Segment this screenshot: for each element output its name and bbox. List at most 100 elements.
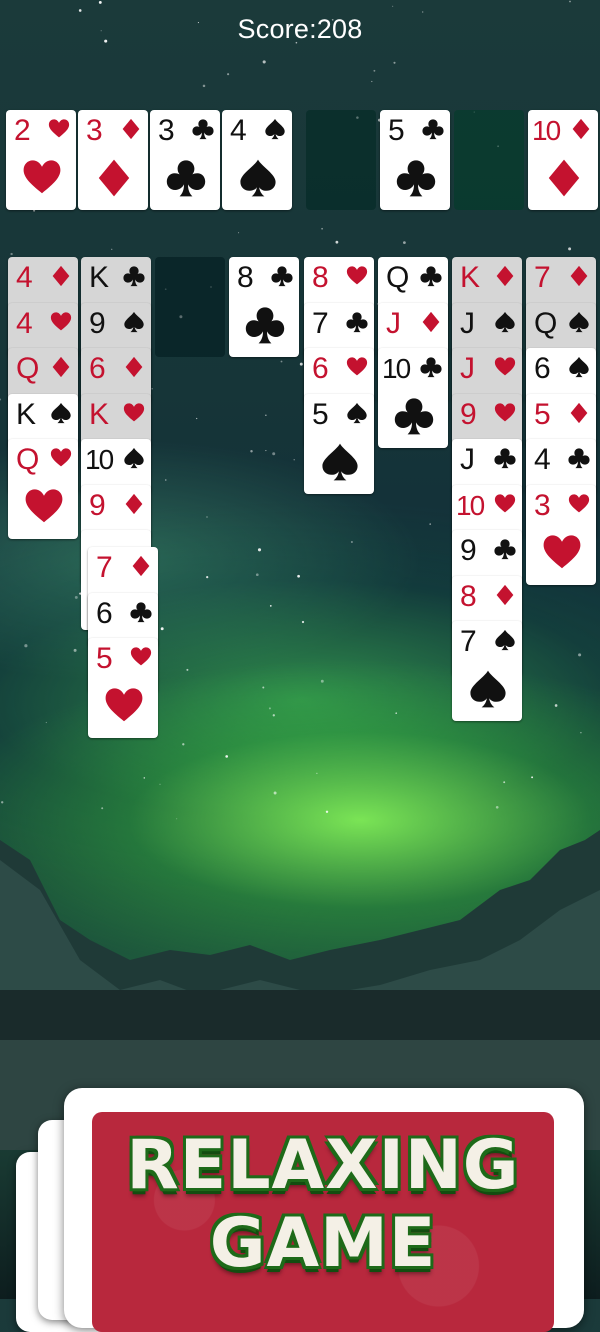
- club-icon: [123, 266, 145, 287]
- spade-large-icon: [240, 159, 276, 197]
- card-rank: 9: [460, 397, 477, 431]
- card-rank: 5: [388, 114, 405, 147]
- card-rank: 4: [16, 261, 33, 294]
- top-card[interactable]: 4: [222, 110, 292, 210]
- score-label: Score:208: [237, 14, 363, 44]
- heart-icon: [48, 119, 70, 138]
- heart-icon: [50, 311, 72, 330]
- tableau-card[interactable]: 7: [452, 621, 522, 721]
- heart-icon: [494, 402, 516, 421]
- spade-large-icon: [470, 670, 506, 708]
- diamond-icon: [122, 118, 140, 140]
- spade-icon: [51, 402, 71, 423]
- card-rank: K: [16, 397, 37, 431]
- promo-line-2: GAME: [209, 1204, 437, 1283]
- diamond-icon: [132, 555, 150, 577]
- card-rank: 9: [89, 488, 106, 522]
- heart-icon: [494, 493, 516, 512]
- diamond-icon: [496, 265, 514, 287]
- card-rank: 6: [312, 352, 329, 385]
- card-rank: 8: [312, 261, 329, 294]
- tableau-card[interactable]: 10: [378, 348, 448, 448]
- top-card[interactable]: 3: [78, 110, 148, 210]
- card-rank: K: [89, 397, 110, 431]
- club-icon: [346, 311, 368, 332]
- card-rank: 7: [96, 551, 113, 584]
- card-rank: 4: [16, 306, 33, 340]
- card-rank: 10: [456, 489, 485, 521]
- card-rank: 5: [96, 642, 113, 675]
- club-icon: [422, 119, 444, 140]
- card-rank: 3: [534, 488, 551, 522]
- card-rank: J: [460, 352, 475, 385]
- heart-icon: [123, 402, 145, 421]
- card-rank: 6: [534, 352, 551, 385]
- diamond-icon: [570, 265, 588, 287]
- tableau-card[interactable]: Q: [8, 439, 78, 539]
- club-icon: [271, 266, 293, 287]
- card-rank: 5: [312, 397, 329, 431]
- card-rank: J: [460, 443, 475, 476]
- empty-column-slot[interactable]: [155, 257, 225, 357]
- heart-icon: [130, 647, 152, 666]
- dragged-card[interactable]: 5: [88, 638, 158, 738]
- club-large-icon: [166, 160, 206, 197]
- card-rank: K: [460, 261, 481, 294]
- card-rank: 4: [534, 443, 551, 476]
- diamond-icon: [125, 356, 143, 378]
- club-icon: [568, 448, 590, 469]
- promo-line-1: RELAXING: [126, 1126, 520, 1205]
- empty-slot[interactable]: [306, 110, 376, 210]
- spade-icon: [124, 447, 144, 469]
- top-card[interactable]: 2: [6, 110, 76, 210]
- spade-icon: [495, 629, 515, 651]
- spade-icon: [347, 402, 367, 423]
- promo-banner-face: RELAXING GAME: [92, 1112, 554, 1332]
- empty-slot[interactable]: [454, 110, 524, 210]
- diamond-icon: [496, 584, 514, 605]
- card-rank: 9: [460, 534, 477, 567]
- heart-icon: [346, 266, 368, 285]
- diamond-icon: [422, 311, 440, 332]
- card-rank: 10: [532, 115, 561, 146]
- card-rank: 3: [158, 114, 175, 147]
- card-rank: 2: [14, 114, 31, 147]
- card-rank: K: [89, 261, 110, 294]
- card-rank: 8: [460, 579, 477, 613]
- tableau-card[interactable]: 3: [526, 484, 596, 585]
- heart-icon: [50, 448, 72, 467]
- promo-banner: RELAXING GAME: [64, 1088, 584, 1332]
- spade-large-icon: [322, 443, 358, 480]
- club-icon: [420, 357, 442, 378]
- card-rank: 10: [85, 444, 114, 475]
- diamond-icon: [570, 402, 588, 423]
- spade-icon: [124, 311, 144, 332]
- top-card[interactable]: 10: [528, 110, 598, 210]
- tableau-card[interactable]: 5: [304, 393, 374, 494]
- club-large-icon: [245, 307, 285, 344]
- card-rank: 7: [460, 625, 477, 658]
- card-rank: 3: [86, 114, 103, 147]
- tableau-card[interactable]: 8: [229, 257, 299, 357]
- diamond-icon: [52, 265, 70, 287]
- card-rank: Q: [16, 352, 40, 385]
- club-icon: [420, 266, 442, 287]
- club-icon: [192, 119, 214, 140]
- diamond-icon: [52, 356, 70, 378]
- heart-icon: [494, 357, 516, 376]
- card-rank: 5: [534, 397, 551, 431]
- diamond-icon: [572, 118, 590, 140]
- card-rank: J: [386, 306, 401, 340]
- heart-large-icon: [105, 688, 143, 722]
- card-rank: 10: [382, 353, 411, 384]
- spade-icon: [265, 118, 285, 140]
- top-card[interactable]: 5: [380, 110, 450, 210]
- card-rank: J: [460, 306, 475, 340]
- heart-icon: [346, 357, 368, 376]
- club-large-icon: [396, 160, 436, 197]
- spade-icon: [569, 356, 589, 378]
- card-rank: 6: [89, 352, 106, 385]
- spade-icon: [495, 311, 515, 332]
- diamond-icon: [125, 493, 143, 514]
- top-card[interactable]: 3: [150, 110, 220, 210]
